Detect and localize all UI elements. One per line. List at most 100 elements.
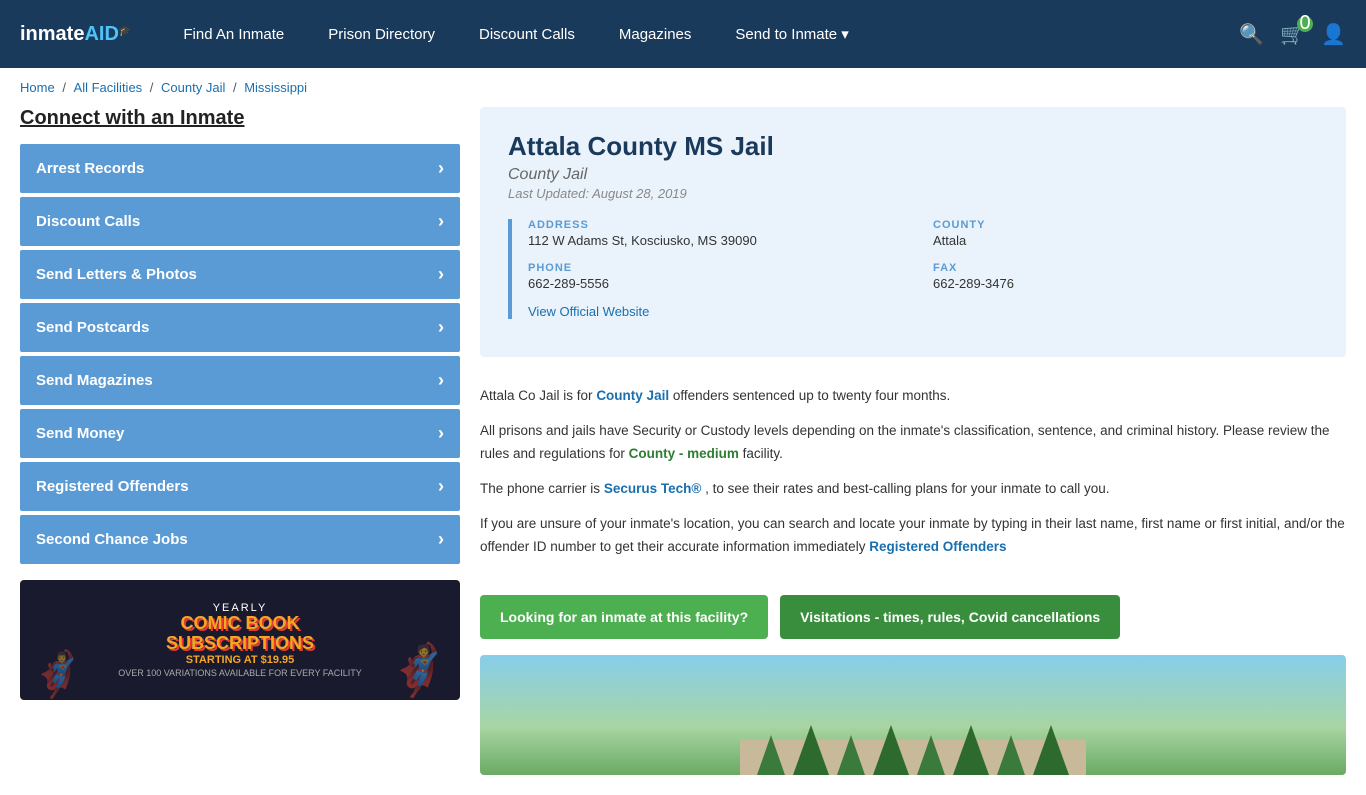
ad-hero2-icon: 🦸‍♂️ — [30, 648, 85, 700]
breadcrumb-sep-2: / — [150, 80, 157, 95]
phone-block: PHONE 662-289-5556 — [528, 262, 913, 291]
desc1-link[interactable]: County Jail — [596, 388, 669, 403]
chevron-right-icon: › — [438, 423, 444, 444]
chevron-right-icon: › — [438, 317, 444, 338]
desc1-text: Attala Co Jail is for — [480, 388, 593, 403]
sidebar-item-discount-calls[interactable]: Discount Calls › — [20, 197, 460, 246]
sidebar-item-label: Discount Calls — [36, 213, 140, 230]
desc4-link[interactable]: Registered Offenders — [869, 539, 1006, 554]
ad-title: COMIC BOOKSUBSCRIPTIONS — [118, 614, 362, 654]
desc2-end: facility. — [743, 446, 783, 461]
official-website-link[interactable]: View Official Website — [528, 304, 649, 319]
sidebar-item-second-chance-jobs[interactable]: Second Chance Jobs › — [20, 515, 460, 564]
facility-info-section: ADDRESS 112 W Adams St, Kosciusko, MS 39… — [508, 219, 1318, 319]
desc-paragraph-2: All prisons and jails have Security or C… — [480, 420, 1346, 466]
action-buttons: Looking for an inmate at this facility? … — [480, 595, 1346, 639]
sidebar-item-send-letters[interactable]: Send Letters & Photos › — [20, 250, 460, 299]
sidebar-item-label: Registered Offenders — [36, 478, 189, 495]
desc1-end: offenders sentenced up to twenty four mo… — [673, 388, 950, 403]
fax-value: 662-289-3476 — [933, 276, 1318, 291]
facility-detail: Attala County MS Jail County Jail Last U… — [480, 107, 1346, 775]
desc-paragraph-3: The phone carrier is Securus Tech® , to … — [480, 478, 1346, 501]
sidebar-item-send-magazines[interactable]: Send Magazines › — [20, 356, 460, 405]
chevron-right-icon: › — [438, 264, 444, 285]
sidebar-item-send-money[interactable]: Send Money › — [20, 409, 460, 458]
chevron-right-icon: › — [438, 370, 444, 391]
breadcrumb-county-jail[interactable]: County Jail — [161, 80, 225, 95]
phone-label: PHONE — [528, 262, 913, 274]
fax-block: FAX 662-289-3476 — [933, 262, 1318, 291]
county-value: Attala — [933, 233, 1318, 248]
breadcrumb-home[interactable]: Home — [20, 80, 55, 95]
chevron-right-icon: › — [438, 158, 444, 179]
tree-icon — [917, 735, 945, 775]
user-icon[interactable]: 👤 — [1321, 22, 1346, 47]
logo-text: inmateAID🎓 — [20, 23, 131, 46]
facility-last-updated: Last Updated: August 28, 2019 — [508, 186, 1318, 201]
tree-icon — [793, 725, 829, 775]
facility-description: Attala Co Jail is for County Jail offend… — [480, 377, 1346, 579]
sidebar-item-label: Send Letters & Photos — [36, 266, 197, 283]
cart-badge: 0 — [1297, 16, 1313, 32]
main-nav: Find An Inmate Prison Directory Discount… — [161, 0, 1239, 68]
facility-name: Attala County MS Jail — [508, 131, 1318, 162]
tree-icon — [837, 735, 865, 775]
nav-send-to-inmate[interactable]: Send to Inmate ▾ — [713, 0, 870, 68]
nav-prison-directory[interactable]: Prison Directory — [306, 0, 457, 68]
tree-icon — [873, 725, 909, 775]
sidebar-item-registered-offenders[interactable]: Registered Offenders › — [20, 462, 460, 511]
breadcrumb-sep-1: / — [62, 80, 69, 95]
desc3-text: The phone carrier is — [480, 481, 600, 496]
sidebar-item-label: Send Money — [36, 425, 124, 442]
search-icon[interactable]: 🔍 — [1239, 22, 1264, 47]
logo[interactable]: inmateAID🎓 — [20, 23, 131, 46]
tree-icon — [997, 735, 1025, 775]
facility-type: County Jail — [508, 166, 1318, 184]
ad-note: OVER 100 VARIATIONS AVAILABLE FOR EVERY … — [118, 668, 362, 678]
desc2-link[interactable]: County - medium — [629, 446, 739, 461]
facility-card: Attala County MS Jail County Jail Last U… — [480, 107, 1346, 357]
desc3-end: , to see their rates and best-calling pl… — [705, 481, 1109, 496]
sidebar-item-label: Send Postcards — [36, 319, 149, 336]
breadcrumb-sep-3: / — [233, 80, 240, 95]
cart-wrapper[interactable]: 🛒 0 — [1280, 22, 1305, 47]
fax-label: FAX — [933, 262, 1318, 274]
desc2-text: All prisons and jails have Security or C… — [480, 423, 1330, 461]
nav-magazines[interactable]: Magazines — [597, 0, 714, 68]
address-value: 112 W Adams St, Kosciusko, MS 39090 — [528, 233, 913, 248]
visitations-button[interactable]: Visitations - times, rules, Covid cancel… — [780, 595, 1120, 639]
ad-banner[interactable]: YEARLY COMIC BOOKSUBSCRIPTIONS STARTING … — [20, 580, 460, 700]
tree-icon — [757, 735, 785, 775]
tree-icon — [953, 725, 989, 775]
ad-content: YEARLY COMIC BOOKSUBSCRIPTIONS STARTING … — [108, 592, 372, 688]
ad-subtitle: STARTING AT $19.95 — [118, 654, 362, 666]
county-label: COUNTY — [933, 219, 1318, 231]
info-grid: ADDRESS 112 W Adams St, Kosciusko, MS 39… — [528, 219, 1318, 291]
find-inmate-button[interactable]: Looking for an inmate at this facility? — [480, 595, 768, 639]
breadcrumb-mississippi[interactable]: Mississippi — [244, 80, 307, 95]
phone-value: 662-289-5556 — [528, 276, 913, 291]
desc-paragraph-4: If you are unsure of your inmate's locat… — [480, 513, 1346, 559]
sidebar: Connect with an Inmate Arrest Records › … — [20, 107, 460, 775]
nav-find-inmate[interactable]: Find An Inmate — [161, 0, 306, 68]
sidebar-item-send-postcards[interactable]: Send Postcards › — [20, 303, 460, 352]
breadcrumb-all-facilities[interactable]: All Facilities — [74, 80, 143, 95]
chevron-right-icon: › — [438, 476, 444, 497]
photo-trees — [480, 705, 1346, 775]
main-content: Connect with an Inmate Arrest Records › … — [0, 107, 1366, 795]
sidebar-title: Connect with an Inmate — [20, 107, 460, 130]
sidebar-item-label: Send Magazines — [36, 372, 153, 389]
facility-photo — [480, 655, 1346, 775]
desc-paragraph-1: Attala Co Jail is for County Jail offend… — [480, 385, 1346, 408]
ad-hero-icon: 🦸 — [388, 641, 450, 700]
main-header: inmateAID🎓 Find An Inmate Prison Directo… — [0, 0, 1366, 68]
sidebar-menu: Arrest Records › Discount Calls › Send L… — [20, 144, 460, 564]
desc3-link[interactable]: Securus Tech® — [604, 481, 701, 496]
sidebar-item-arrest-records[interactable]: Arrest Records › — [20, 144, 460, 193]
chevron-right-icon: › — [438, 211, 444, 232]
tree-icon — [1033, 725, 1069, 775]
nav-discount-calls[interactable]: Discount Calls — [457, 0, 597, 68]
header-icons: 🔍 🛒 0 👤 — [1239, 22, 1346, 47]
county-block: COUNTY Attala — [933, 219, 1318, 248]
breadcrumb: Home / All Facilities / County Jail / Mi… — [0, 68, 1366, 107]
